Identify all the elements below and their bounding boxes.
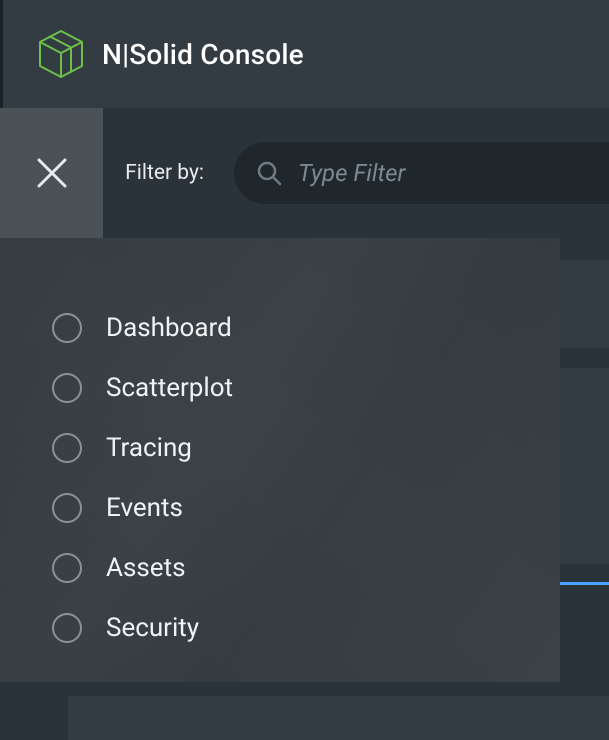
menu-item-security[interactable]: Security bbox=[52, 598, 560, 658]
header-bar: N|Solid Console bbox=[0, 0, 609, 108]
logo-wrap: N|Solid Console bbox=[38, 29, 304, 79]
menu-item-tracing[interactable]: Tracing bbox=[52, 418, 560, 478]
logo-cube-icon bbox=[38, 29, 84, 79]
search-container bbox=[234, 142, 609, 204]
menu-item-label: Assets bbox=[106, 553, 186, 583]
radio-icon bbox=[52, 433, 82, 463]
menu-item-dashboard[interactable]: Dashboard bbox=[52, 298, 560, 358]
menu-item-label: Events bbox=[106, 493, 183, 523]
menu-item-label: Tracing bbox=[106, 433, 192, 463]
search-icon bbox=[256, 160, 282, 186]
menu-item-assets[interactable]: Assets bbox=[52, 538, 560, 598]
filter-row: Filter by: bbox=[0, 108, 609, 238]
radio-icon bbox=[52, 553, 82, 583]
radio-icon bbox=[52, 493, 82, 523]
menu-item-label: Scatterplot bbox=[106, 373, 233, 403]
menu-item-label: Security bbox=[106, 613, 199, 643]
nav-dropdown-panel: Dashboard Scatterplot Tracing Events Ass… bbox=[0, 238, 560, 682]
filter-label: Filter by: bbox=[125, 161, 204, 185]
radio-icon bbox=[52, 313, 82, 343]
background-right-strip bbox=[560, 238, 609, 740]
radio-icon bbox=[52, 373, 82, 403]
menu-item-scatterplot[interactable]: Scatterplot bbox=[52, 358, 560, 418]
menu-item-events[interactable]: Events bbox=[52, 478, 560, 538]
close-button[interactable] bbox=[0, 108, 103, 238]
radio-icon bbox=[52, 613, 82, 643]
menu-item-label: Dashboard bbox=[106, 313, 232, 343]
app-title: N|Solid Console bbox=[102, 38, 304, 71]
close-icon bbox=[34, 155, 70, 191]
filter-input[interactable] bbox=[298, 159, 609, 187]
background-bottom-strip bbox=[0, 682, 560, 740]
